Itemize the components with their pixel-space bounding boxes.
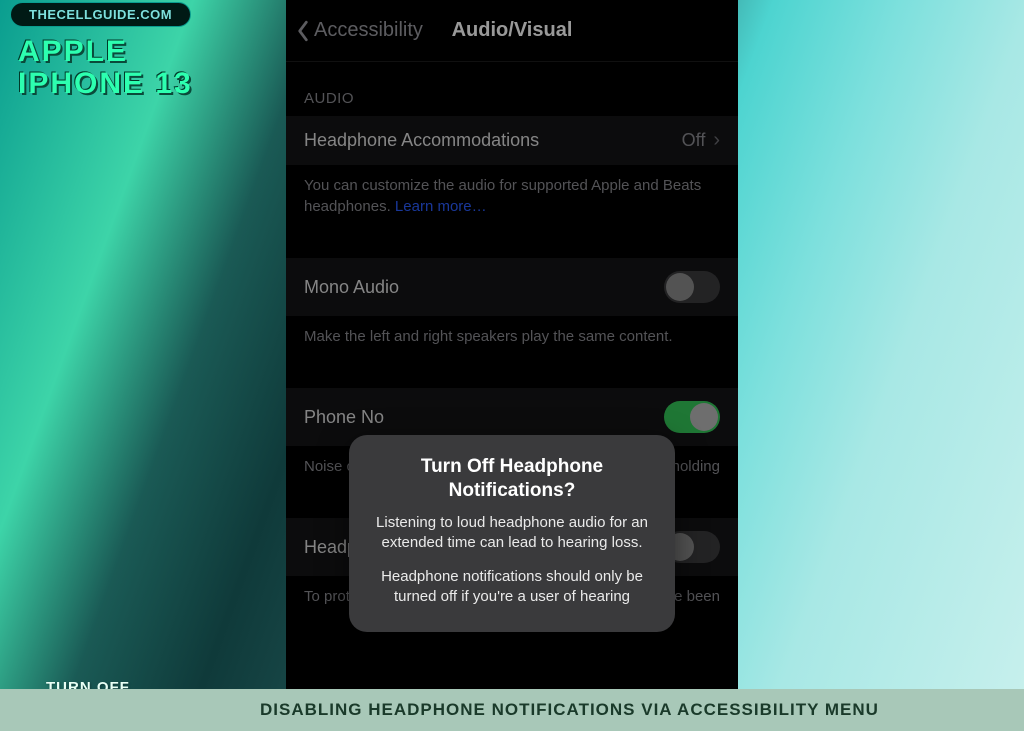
row-desc-headphone: You can customize the audio for supporte… bbox=[286, 165, 738, 239]
alert-dialog: Turn Off Headphone Notifications? Listen… bbox=[349, 435, 675, 632]
settings-panel: Accessibility Audio/Visual AUDIO Headpho… bbox=[286, 0, 738, 695]
alert-title: Turn Off Headphone Notifications? bbox=[367, 455, 657, 503]
value-text: Off bbox=[682, 130, 706, 151]
site-badge-text: THECELLGUIDE.COM bbox=[29, 7, 172, 22]
row-label: Mono Audio bbox=[304, 277, 399, 298]
row-value: Off › bbox=[682, 129, 720, 152]
desc-text: You can customize the audio for supporte… bbox=[304, 177, 701, 215]
row-label: Headphone Accommodations bbox=[304, 130, 539, 151]
alert-paragraph-2: Headphone notifications should only be t… bbox=[367, 567, 657, 608]
row-headphone-accommodations[interactable]: Headphone Accommodations Off › bbox=[286, 115, 738, 165]
row-desc-mono: Make the left and right speakers play th… bbox=[286, 316, 738, 369]
section-header-audio: AUDIO bbox=[286, 62, 738, 115]
device-title: APPLE IPHONE 13 bbox=[18, 36, 193, 99]
device-title-line2: IPHONE 13 bbox=[18, 67, 193, 100]
alert-body: Listening to loud headphone audio for an… bbox=[367, 513, 657, 608]
toggle-mono-audio[interactable] bbox=[664, 271, 720, 303]
row-mono-audio: Mono Audio bbox=[286, 257, 738, 316]
back-label: Accessibility bbox=[314, 19, 423, 42]
toggle-phone-noise[interactable] bbox=[664, 401, 720, 433]
nav-bar: Accessibility Audio/Visual bbox=[286, 0, 738, 62]
chevron-right-icon: › bbox=[713, 129, 720, 152]
learn-more-link[interactable]: Learn more… bbox=[395, 198, 487, 215]
row-label: Phone No bbox=[304, 407, 384, 428]
alert-paragraph-1: Listening to loud headphone audio for an… bbox=[367, 513, 657, 554]
toggle-knob bbox=[666, 273, 694, 301]
toggle-knob bbox=[690, 403, 718, 431]
caption-bar: DISABLING HEADPHONE NOTIFICATIONS VIA AC… bbox=[0, 689, 1024, 731]
device-title-line1: APPLE bbox=[18, 35, 128, 68]
caption-text: DISABLING HEADPHONE NOTIFICATIONS VIA AC… bbox=[260, 700, 879, 720]
site-badge: THECELLGUIDE.COM bbox=[10, 2, 191, 27]
page-title: Audio/Visual bbox=[452, 19, 573, 42]
back-button[interactable]: Accessibility bbox=[286, 19, 423, 42]
chevron-left-icon bbox=[296, 20, 310, 42]
